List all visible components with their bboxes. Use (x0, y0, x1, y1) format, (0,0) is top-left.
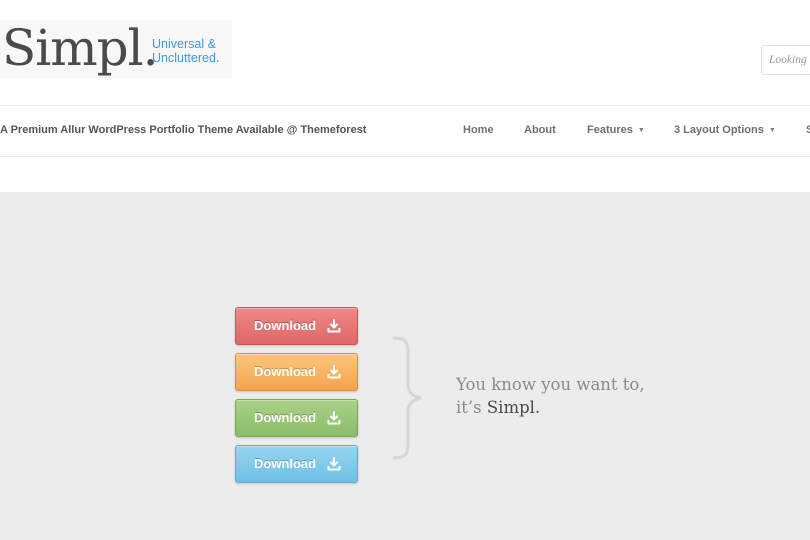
download-icon (327, 457, 341, 471)
pitch-line-1: You know you want to, (456, 375, 645, 394)
navigation-bar: A Premium Allur WordPress Portfolio Them… (0, 105, 810, 157)
nav-item-label: About (524, 124, 556, 136)
nav-item-label: Home (463, 124, 494, 136)
nav-item-label: 3 Layout Options (674, 124, 764, 136)
nav-item-about[interactable]: About (524, 124, 556, 136)
site-header: Simpl. Universal & Uncluttered. (0, 0, 810, 105)
download-button-label: Download (254, 410, 317, 425)
download-button-label: Download (254, 318, 317, 333)
curly-brace-icon (392, 336, 422, 460)
caret-down-icon: ▼ (768, 127, 776, 134)
download-button-green[interactable]: Download (235, 399, 358, 437)
caret-down-icon: ▼ (637, 127, 645, 134)
nav-item-truncated[interactable]: S (806, 124, 810, 136)
download-button-label: Download (254, 364, 317, 379)
site-subtitle: A Premium Allur WordPress Portfolio Them… (0, 124, 367, 136)
download-button-blue[interactable]: Download (235, 445, 358, 483)
tagline-line-1: Universal & (152, 37, 216, 51)
download-icon (327, 319, 341, 333)
download-button-red[interactable]: Download (235, 307, 358, 345)
tagline-line-2: Uncluttered. (152, 51, 220, 65)
download-button-orange[interactable]: Download (235, 353, 358, 391)
nav-item-label: S (806, 124, 810, 136)
logo[interactable]: Simpl. Universal & Uncluttered. (0, 18, 232, 78)
logo-text[interactable]: Simpl. (2, 18, 159, 78)
nav-item-home[interactable]: Home (463, 124, 494, 136)
download-icon (327, 411, 341, 425)
download-icon (327, 365, 341, 379)
nav-item-label: Features (587, 124, 633, 136)
pitch-brand: Simpl. (486, 398, 541, 417)
nav-item-features[interactable]: Features ▼ (587, 124, 645, 136)
hero-pitch-text: You know you want to, it’s Simpl. (456, 373, 645, 419)
logo-tagline: Universal & Uncluttered. (152, 37, 219, 65)
search-input[interactable] (761, 45, 810, 75)
download-button-label: Download (254, 456, 317, 471)
nav-item-layout-options[interactable]: 3 Layout Options ▼ (674, 124, 776, 136)
pitch-line-2-prefix: it’s (456, 398, 487, 417)
